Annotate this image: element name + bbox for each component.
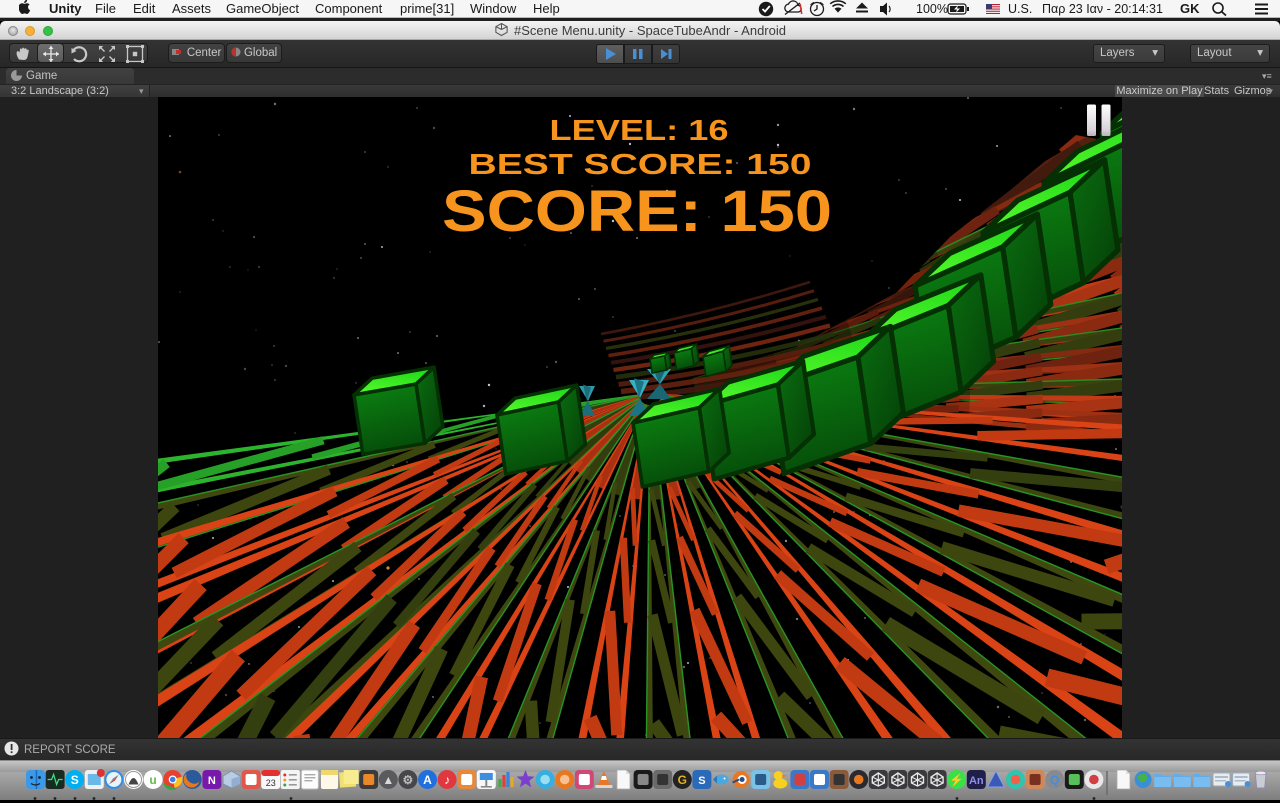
svg-text:An: An bbox=[969, 775, 984, 787]
svg-text:♪: ♪ bbox=[444, 773, 450, 787]
svg-text:⚡: ⚡ bbox=[949, 773, 964, 787]
svg-text:⚙: ⚙ bbox=[403, 773, 414, 787]
svg-text:LEVEL: 16: LEVEL: 16 bbox=[550, 115, 729, 147]
svg-text:G: G bbox=[678, 773, 687, 787]
svg-text:N: N bbox=[208, 775, 216, 787]
svg-text:23: 23 bbox=[266, 778, 276, 788]
svg-text:Q: Q bbox=[1050, 773, 1059, 787]
svg-text:GK: GK bbox=[1180, 1, 1200, 16]
svg-text:▲: ▲ bbox=[382, 773, 394, 787]
svg-text:BEST SCORE: 150: BEST SCORE: 150 bbox=[469, 149, 812, 181]
svg-text:S: S bbox=[71, 773, 79, 787]
svg-text:u: u bbox=[149, 773, 156, 787]
svg-text:A: A bbox=[423, 773, 432, 787]
svg-text:SCORE: 150: SCORE: 150 bbox=[442, 179, 832, 244]
svg-text:100%: 100% bbox=[916, 2, 948, 16]
svg-text:Παρ 23 Ιαν - 20:14:31: Παρ 23 Ιαν - 20:14:31 bbox=[1042, 2, 1163, 16]
svg-text:S: S bbox=[698, 775, 705, 787]
svg-text:U.S.: U.S. bbox=[1008, 2, 1032, 16]
